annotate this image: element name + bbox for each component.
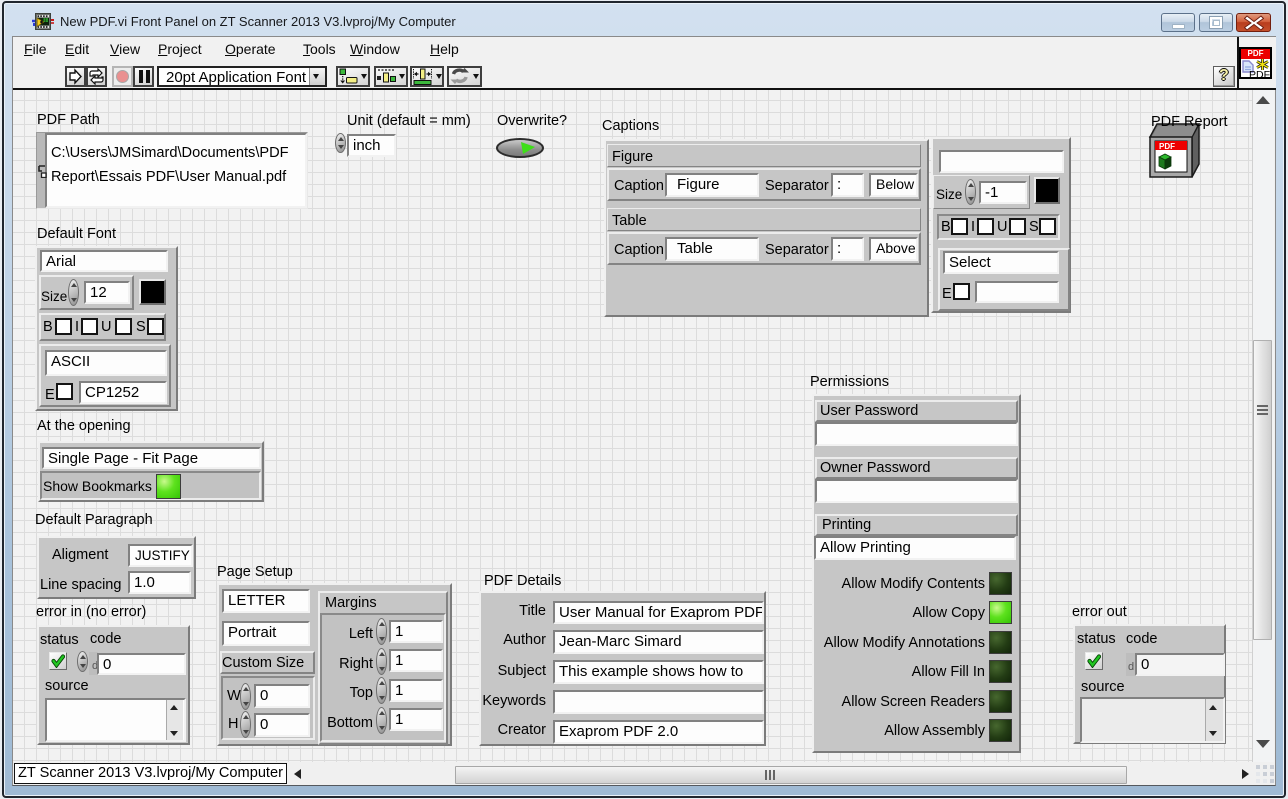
svg-text:PDF: PDF xyxy=(1159,142,1175,151)
